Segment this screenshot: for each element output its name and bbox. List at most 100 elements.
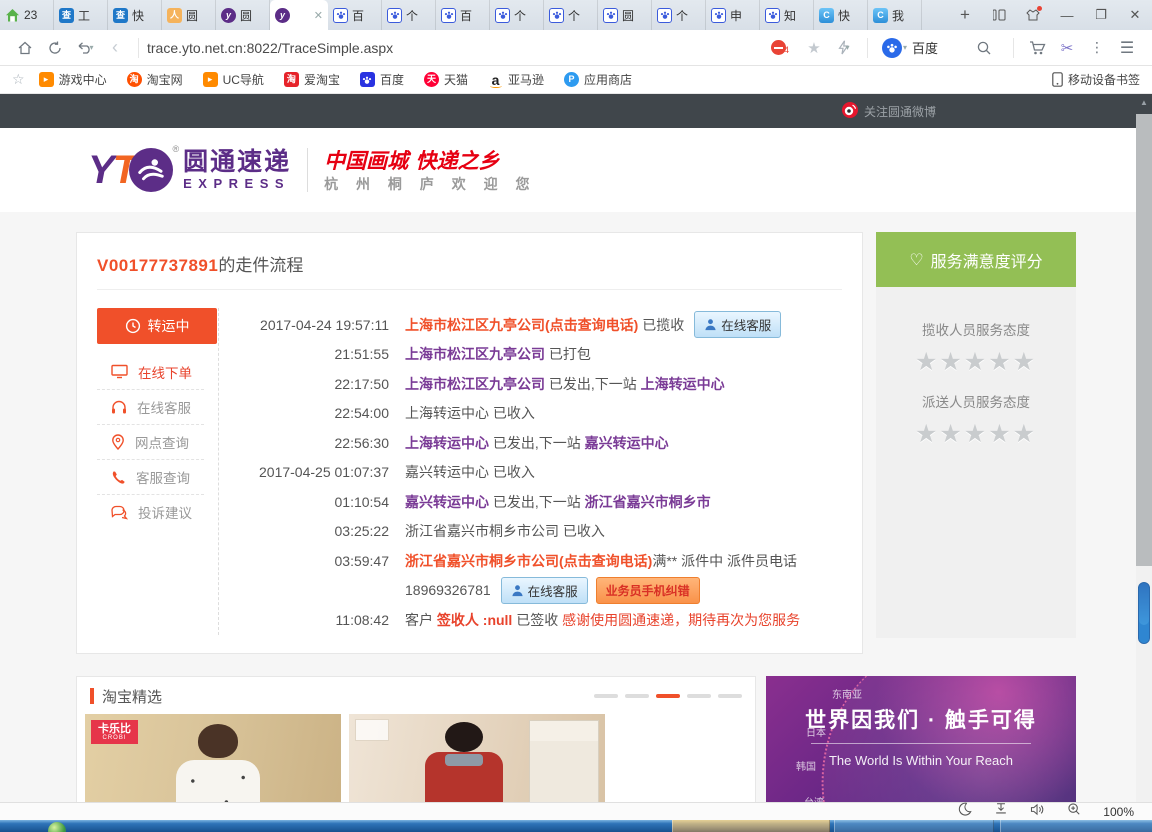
star-icon[interactable]: ★	[939, 348, 963, 376]
star-icon[interactable]: ★	[964, 348, 988, 376]
browser-tab[interactable]: y圆	[216, 0, 270, 30]
page-scrollbar[interactable]: ▲	[1136, 94, 1152, 802]
carousel-indicator[interactable]	[687, 694, 711, 698]
engine-dropdown-icon[interactable]: ▾	[903, 43, 907, 52]
scroll-up-icon[interactable]: ▲	[1140, 98, 1148, 107]
status-button[interactable]: 转运中	[97, 308, 217, 344]
reload-icon[interactable]	[40, 33, 70, 63]
maximize-button[interactable]: ❐	[1084, 0, 1118, 30]
close-button[interactable]: ✕	[1118, 0, 1152, 30]
taskbar-app-button[interactable]	[1000, 820, 1152, 832]
address-bar[interactable]: trace.yto.net.cn:8022/TraceSimple.aspx	[147, 40, 771, 56]
station-link[interactable]: 嘉兴转运中心	[585, 433, 669, 453]
browser-tab[interactable]: 百	[328, 0, 382, 30]
start-button[interactable]	[48, 822, 66, 832]
undo-dropdown-icon[interactable]: ▾	[89, 43, 93, 52]
star-icon[interactable]: ★	[1013, 420, 1037, 448]
star-icon[interactable]: ★	[939, 420, 963, 448]
browser-tab[interactable]: 个	[652, 0, 706, 30]
back-icon[interactable]: ‹	[100, 33, 130, 63]
speaker-icon[interactable]	[1030, 803, 1045, 821]
station-link[interactable]: 上海市松江区九亭公司	[405, 374, 545, 394]
sidebar-item[interactable]: 投诉建议	[97, 494, 204, 529]
bookmark-item[interactable]: 淘淘宝网	[127, 71, 183, 88]
bookmark-item[interactable]: ▸UC导航	[203, 71, 264, 88]
night-mode-icon[interactable]	[958, 802, 972, 821]
new-tab-button[interactable]: +	[948, 0, 982, 30]
mobile-bookmarks-button[interactable]: 移动设备书签	[1052, 71, 1140, 88]
station-link[interactable]: 上海转运中心	[641, 374, 725, 394]
search-icon[interactable]	[969, 33, 999, 63]
tab-list-icon[interactable]	[982, 0, 1016, 30]
yto-logo[interactable]: YT	[88, 148, 135, 193]
search-engine-label[interactable]: 百度	[912, 38, 938, 57]
ad-blocker-button[interactable]: 4	[771, 40, 789, 55]
bookmark-star-icon[interactable]: ★	[799, 33, 829, 63]
lightning-dropdown-icon[interactable]: ▾	[845, 43, 849, 52]
more-options-icon[interactable]: ⋮	[1082, 33, 1112, 63]
zoom-icon[interactable]	[1067, 802, 1081, 821]
bookmark-item[interactable]: ▸游戏中心	[39, 71, 107, 88]
station-link[interactable]: 上海市松江区九亭公司	[405, 344, 545, 364]
home-icon[interactable]	[10, 33, 40, 63]
menu-icon[interactable]: ☰	[1112, 33, 1142, 63]
courier-phone-correction-button[interactable]: 业务员手机纠错	[596, 577, 700, 604]
sidebar-item[interactable]: 网点查询	[97, 424, 204, 459]
star-icon[interactable]: ★	[915, 348, 939, 376]
online-service-button[interactable]: 在线客服	[694, 311, 781, 338]
star-icon[interactable]: ★	[988, 348, 1012, 376]
download-icon[interactable]	[994, 802, 1008, 821]
sidebar-item[interactable]: 在线下单	[97, 354, 204, 389]
scrollbar-marker[interactable]	[1138, 582, 1150, 644]
star-icon[interactable]: ★	[1013, 348, 1037, 376]
star-icon[interactable]: ★	[988, 420, 1012, 448]
browser-tab[interactable]: 个	[544, 0, 598, 30]
browser-tab[interactable]: C快	[814, 0, 868, 30]
star-icon[interactable]: ★	[915, 420, 939, 448]
lightning-icon[interactable]: ▾	[829, 33, 859, 63]
browser-tab[interactable]: 人圆	[162, 0, 216, 30]
browser-tab[interactable]: 个	[490, 0, 544, 30]
browser-tab-active[interactable]: y✕	[270, 0, 328, 30]
sidebar-item[interactable]: 在线客服	[97, 389, 204, 424]
tab-close-icon[interactable]: ✕	[314, 9, 323, 22]
carousel-indicator[interactable]	[625, 694, 649, 698]
carousel-indicator[interactable]	[718, 694, 742, 698]
browser-tab[interactable]: 查工	[54, 0, 108, 30]
scrollbar-thumb[interactable]	[1136, 114, 1152, 566]
browser-tab[interactable]: 个	[382, 0, 436, 30]
browser-tab[interactable]: 百	[436, 0, 490, 30]
browser-tab[interactable]: 申	[706, 0, 760, 30]
star-icon[interactable]: ★	[964, 420, 988, 448]
bookmark-item[interactable]: 天天猫	[424, 71, 468, 88]
station-link[interactable]: 嘉兴转运中心	[405, 492, 489, 512]
windows-taskbar[interactable]	[0, 820, 1152, 832]
cart-icon[interactable]	[1022, 33, 1052, 63]
station-link[interactable]: 上海转运中心	[405, 433, 489, 453]
station-link[interactable]: 上海市松江区九亭公司(点击查询电话)	[405, 315, 638, 335]
sidebar-item[interactable]: 客服查询	[97, 459, 204, 494]
international-banner[interactable]: 东南亚日本韩国台湾 世界因我们 · 触手可得 The World Is With…	[766, 676, 1076, 803]
bookmark-item[interactable]: 百度	[360, 71, 404, 88]
browser-tab[interactable]: 圆	[598, 0, 652, 30]
search-engine-icon[interactable]	[882, 38, 902, 58]
follow-weibo-link[interactable]: 关注圆通微博	[842, 102, 936, 121]
browser-tab[interactable]: 知	[760, 0, 814, 30]
product-image[interactable]: 卡乐比 CROBI	[85, 714, 341, 803]
search-box[interactable]: ▾ 百度	[876, 33, 1005, 63]
browser-tab[interactable]: 查快	[108, 0, 162, 30]
carousel-indicator[interactable]	[656, 694, 680, 698]
carousel-indicator[interactable]	[594, 694, 618, 698]
browser-tab[interactable]: 23	[0, 0, 54, 30]
online-service-button[interactable]: 在线客服	[501, 577, 588, 604]
station-link[interactable]: 浙江省嘉兴市桐乡市	[585, 492, 711, 512]
station-link[interactable]: 浙江省嘉兴市桐乡市公司(点击查询电话)	[405, 551, 652, 571]
taskbar-app-button[interactable]	[834, 820, 994, 832]
bookmark-item[interactable]: 淘爱淘宝	[284, 71, 340, 88]
bookmark-item[interactable]: P应用商店	[564, 71, 632, 88]
favorites-star-icon[interactable]: ☆	[12, 71, 25, 88]
product-image[interactable]: ¥ 288.00 月销 : 0	[349, 714, 605, 803]
skin-icon[interactable]	[1016, 0, 1050, 30]
undo-icon[interactable]: ▾	[70, 33, 100, 63]
bookmark-item[interactable]: a亚马逊	[488, 71, 544, 88]
